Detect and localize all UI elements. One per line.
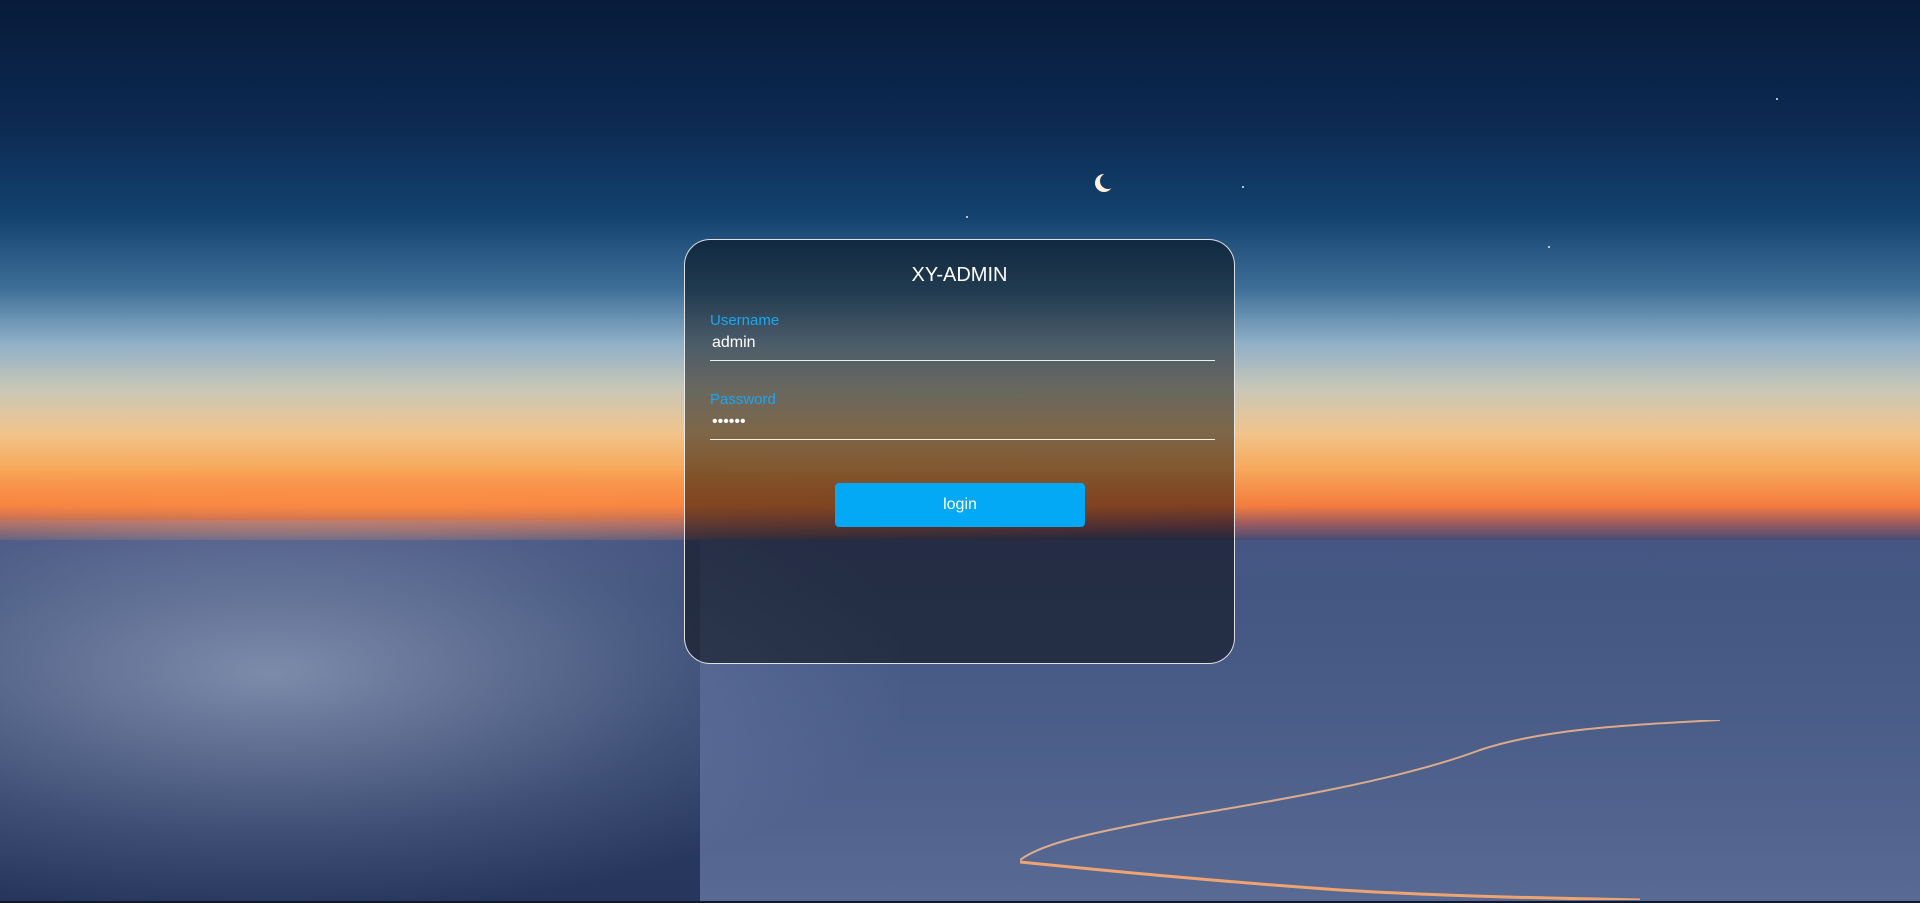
username-field: Username — [710, 312, 1215, 361]
password-input[interactable] — [710, 411, 1215, 440]
moon — [1100, 173, 1116, 189]
star — [1776, 98, 1778, 100]
login-button[interactable]: login — [835, 483, 1085, 527]
star — [966, 216, 968, 218]
password-label: Password — [710, 391, 776, 408]
road-light-trail — [1020, 720, 1721, 900]
username-label: Username — [710, 312, 780, 329]
username-input[interactable] — [710, 332, 1215, 361]
login-card: XY-ADMIN Username Password login — [684, 239, 1235, 664]
star — [1242, 186, 1244, 188]
star — [1548, 246, 1550, 248]
password-field: Password — [710, 391, 1215, 440]
background-landscape: XY-ADMIN Username Password login — [0, 0, 1920, 903]
app-title: XY-ADMIN — [911, 264, 1008, 286]
